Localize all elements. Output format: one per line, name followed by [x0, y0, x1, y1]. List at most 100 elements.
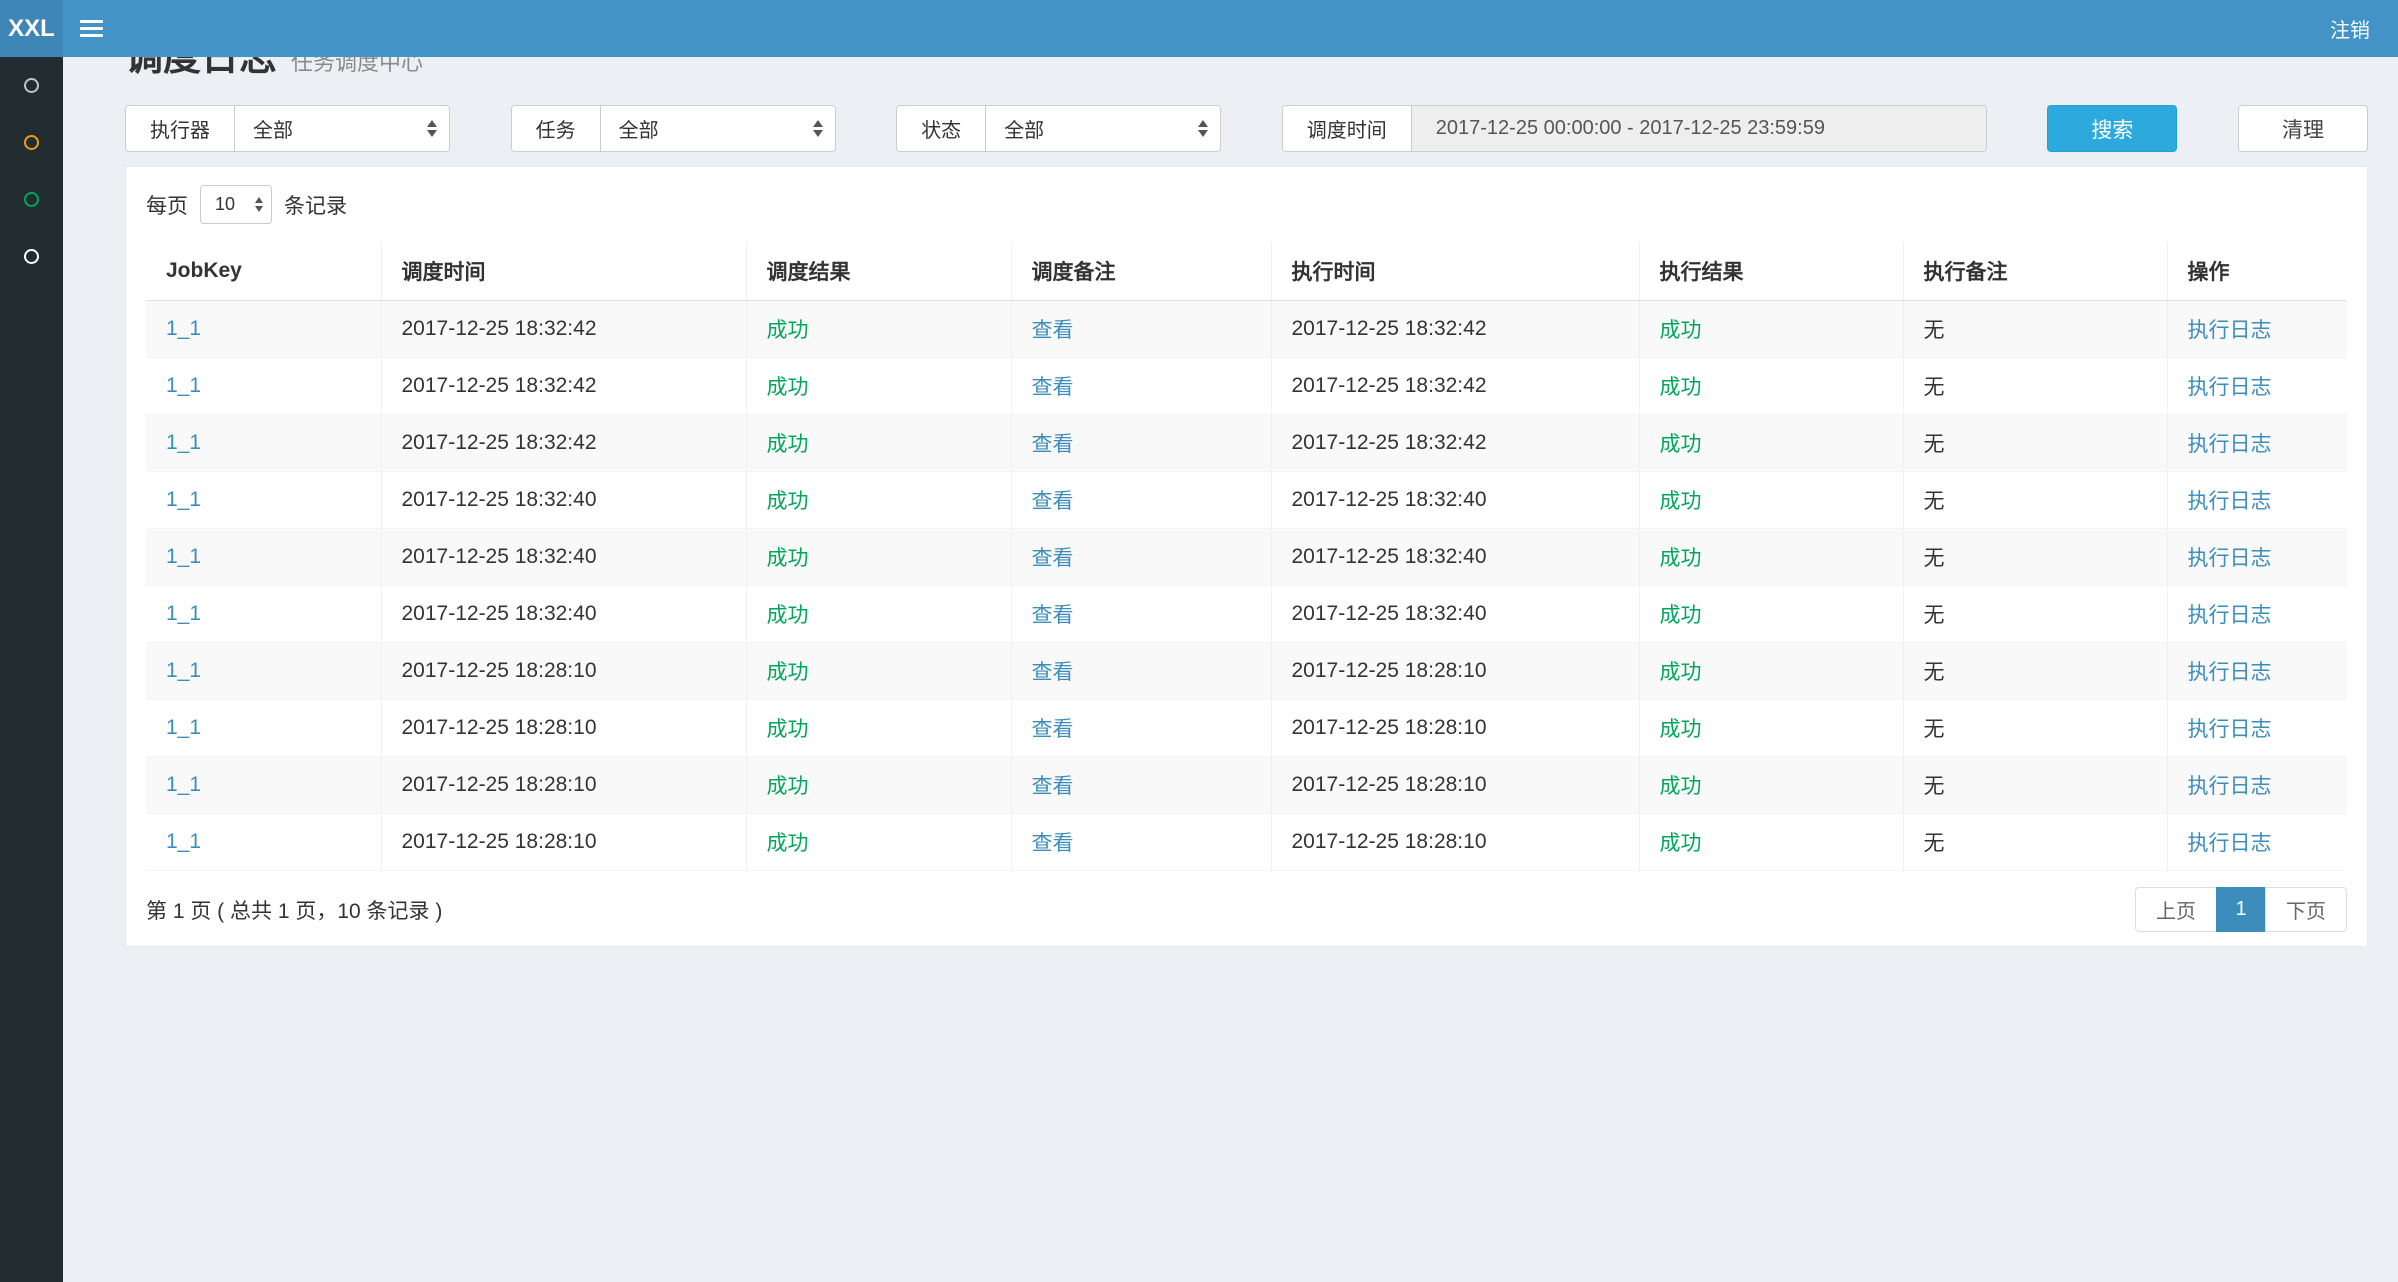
- table-header-cell: 操作: [2167, 242, 2347, 301]
- jobkey-cell: 1_1: [146, 415, 381, 472]
- handle-result-text: 成功: [1660, 433, 1702, 456]
- handle-result-cell: 成功: [1639, 529, 1903, 586]
- table-row: 1_1 2017-12-25 18:28:10 成功 查看 2017-12-25…: [146, 814, 2347, 871]
- handle-result-cell: 成功: [1639, 814, 1903, 871]
- search-button[interactable]: 搜索: [2047, 105, 2177, 152]
- app-logo[interactable]: XXL: [0, 0, 63, 57]
- jobkey-link[interactable]: 1_1: [166, 659, 201, 682]
- table-header-row: JobKey 调度时间 调度结果 调度备注 执行时间 执行结果 执行备注 操作: [146, 242, 2347, 301]
- table-row: 1_1 2017-12-25 18:32:40 成功 查看 2017-12-25…: [146, 529, 2347, 586]
- sidebar-menu-item[interactable]: [0, 114, 63, 171]
- execution-log-link[interactable]: 执行日志: [2188, 775, 2272, 798]
- trigger-time-cell: 2017-12-25 18:28:10: [381, 814, 746, 871]
- action-cell: 执行日志: [2167, 643, 2347, 700]
- trigger-remark-cell: 查看: [1011, 301, 1271, 358]
- clear-button[interactable]: 清理: [2238, 105, 2368, 152]
- sidebar-menu-item[interactable]: [0, 57, 63, 114]
- next-page-button[interactable]: 下页: [2265, 887, 2347, 932]
- trigger-remark-link[interactable]: 查看: [1032, 433, 1074, 456]
- trigger-remark-link[interactable]: 查看: [1032, 547, 1074, 570]
- table-header-cell: 执行结果: [1639, 242, 1903, 301]
- handle-remark-cell: 无: [1903, 757, 2167, 814]
- execution-log-link[interactable]: 执行日志: [2188, 319, 2272, 342]
- jobkey-link[interactable]: 1_1: [166, 488, 201, 511]
- logout-link[interactable]: 注销: [2330, 14, 2370, 43]
- prev-page-button[interactable]: 上页: [2135, 887, 2217, 932]
- jobkey-cell: 1_1: [146, 358, 381, 415]
- handle-time-cell: 2017-12-25 18:32:40: [1271, 472, 1639, 529]
- action-cell: 执行日志: [2167, 757, 2347, 814]
- handle-result-text: 成功: [1660, 718, 1702, 741]
- circle-outline-icon: [24, 78, 39, 93]
- trigger-remark-cell: 查看: [1011, 643, 1271, 700]
- trigger-remark-link[interactable]: 查看: [1032, 718, 1074, 741]
- execution-log-link[interactable]: 执行日志: [2188, 547, 2272, 570]
- table-header-cell: 调度时间: [381, 242, 746, 301]
- jobkey-link[interactable]: 1_1: [166, 602, 201, 625]
- trigger-remark-link[interactable]: 查看: [1032, 775, 1074, 798]
- execution-log-link[interactable]: 执行日志: [2188, 490, 2272, 513]
- execution-log-link[interactable]: 执行日志: [2188, 832, 2272, 855]
- trigger-time-cell: 2017-12-25 18:28:10: [381, 643, 746, 700]
- handle-result-text: 成功: [1660, 661, 1702, 684]
- execution-log-link[interactable]: 执行日志: [2188, 661, 2272, 684]
- trigger-result-cell: 成功: [746, 301, 1011, 358]
- trigger-time-range-input[interactable]: [1412, 106, 1986, 151]
- action-cell: 执行日志: [2167, 814, 2347, 871]
- handle-result-text: 成功: [1660, 832, 1702, 855]
- action-cell: 执行日志: [2167, 529, 2347, 586]
- execution-log-link[interactable]: 执行日志: [2188, 376, 2272, 399]
- jobkey-cell: 1_1: [146, 643, 381, 700]
- job-select[interactable]: 全部: [601, 106, 835, 151]
- handle-time-cell: 2017-12-25 18:32:42: [1271, 358, 1639, 415]
- trigger-remark-link[interactable]: 查看: [1032, 319, 1074, 342]
- trigger-remark-link[interactable]: 查看: [1032, 661, 1074, 684]
- sidebar-menu-item[interactable]: [0, 171, 63, 228]
- jobkey-link[interactable]: 1_1: [166, 545, 201, 568]
- log-table-panel: 每页 10 条记录 JobKey 调度时间 调度结果 调度备注 执行时间 执行结…: [125, 166, 2368, 947]
- sidebar: [0, 57, 63, 1282]
- select-arrows-icon: [427, 120, 437, 137]
- trigger-remark-cell: 查看: [1011, 358, 1271, 415]
- executor-select[interactable]: 全部: [235, 106, 449, 151]
- trigger-result-text: 成功: [767, 718, 809, 741]
- jobkey-link[interactable]: 1_1: [166, 431, 201, 454]
- trigger-remark-link[interactable]: 查看: [1032, 490, 1074, 513]
- trigger-remark-link[interactable]: 查看: [1032, 604, 1074, 627]
- trigger-result-cell: 成功: [746, 643, 1011, 700]
- executor-select-value: 全部: [253, 114, 293, 143]
- trigger-remark-link[interactable]: 查看: [1032, 832, 1074, 855]
- jobkey-cell: 1_1: [146, 586, 381, 643]
- circle-outline-icon: [24, 192, 39, 207]
- trigger-time-filter-label: 调度时间: [1283, 106, 1412, 151]
- select-arrows-icon: [1198, 120, 1208, 137]
- table-row: 1_1 2017-12-25 18:32:42 成功 查看 2017-12-25…: [146, 358, 2347, 415]
- execution-log-link[interactable]: 执行日志: [2188, 433, 2272, 456]
- navbar-right: 注销: [2330, 0, 2398, 57]
- trigger-result-text: 成功: [767, 604, 809, 627]
- trigger-result-text: 成功: [767, 547, 809, 570]
- handle-time-cell: 2017-12-25 18:32:42: [1271, 301, 1639, 358]
- handle-time-cell: 2017-12-25 18:32:40: [1271, 529, 1639, 586]
- jobkey-link[interactable]: 1_1: [166, 317, 201, 340]
- trigger-remark-cell: 查看: [1011, 814, 1271, 871]
- jobkey-link[interactable]: 1_1: [166, 374, 201, 397]
- execution-log-link[interactable]: 执行日志: [2188, 604, 2272, 627]
- current-page-button[interactable]: 1: [2216, 887, 2266, 932]
- page-size-select[interactable]: 10: [200, 185, 272, 224]
- job-select-value: 全部: [619, 114, 659, 143]
- jobkey-link[interactable]: 1_1: [166, 716, 201, 739]
- execution-log-link[interactable]: 执行日志: [2188, 718, 2272, 741]
- jobkey-link[interactable]: 1_1: [166, 830, 201, 853]
- jobkey-cell: 1_1: [146, 700, 381, 757]
- trigger-remark-cell: 查看: [1011, 529, 1271, 586]
- jobkey-link[interactable]: 1_1: [166, 773, 201, 796]
- circle-outline-icon: [24, 135, 39, 150]
- handle-remark-cell: 无: [1903, 415, 2167, 472]
- hamburger-menu-icon[interactable]: [63, 0, 119, 57]
- sidebar-menu-item[interactable]: [0, 228, 63, 285]
- trigger-remark-link[interactable]: 查看: [1032, 376, 1074, 399]
- trigger-result-cell: 成功: [746, 757, 1011, 814]
- select-arrows-icon: [813, 120, 823, 137]
- status-select[interactable]: 全部: [986, 106, 1220, 151]
